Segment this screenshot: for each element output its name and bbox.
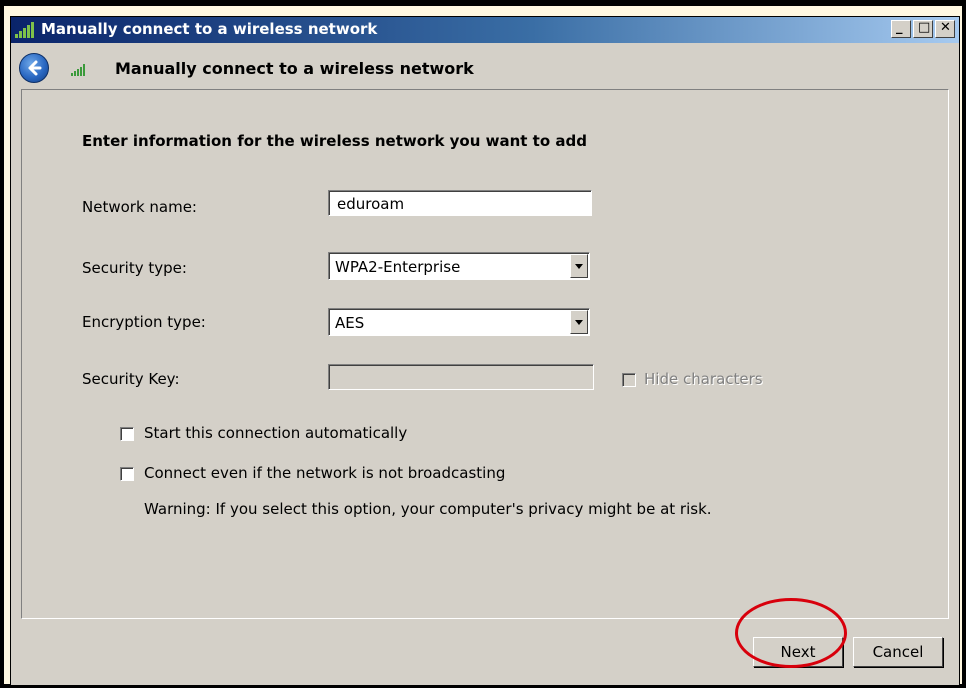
dropdown-arrow-icon[interactable] [570,254,588,278]
start-automatically-label: Start this connection automatically [144,424,408,442]
window-title: Manually connect to a wireless network [41,20,378,38]
page-title: Manually connect to a wireless network [115,59,474,78]
security-type-select[interactable]: WPA2-Enterprise [328,252,590,280]
hide-characters-checkbox[interactable] [622,373,636,387]
connect-even-checkbox[interactable] [120,467,134,481]
title-bar[interactable]: Manually connect to a wireless network _… [11,17,959,43]
maximize-icon: □ [918,20,931,35]
network-name-input[interactable]: eduroam [328,190,592,216]
security-type-value: WPA2-Enterprise [335,258,461,276]
close-button[interactable]: ✕ [935,20,955,38]
minimize-icon: _ [896,20,903,35]
security-type-label: Security type: [82,259,187,277]
window-controls: _ □ ✕ [891,20,955,38]
encryption-type-value: AES [335,314,365,332]
hide-characters-label: Hide characters [644,370,763,388]
form-heading: Enter information for the wireless netwo… [82,132,587,150]
signal-icon [15,22,37,42]
navigation-bar: Manually connect to a wireless network [11,43,959,89]
security-key-label: Security Key: [82,370,180,388]
start-automatically-checkbox[interactable] [120,427,134,441]
close-icon: ✕ [940,20,951,35]
cancel-button[interactable]: Cancel [853,637,943,667]
dialog-window: Manually connect to a wireless network _… [10,16,960,686]
encryption-type-label: Encryption type: [82,313,206,331]
back-arrow-icon [28,60,42,76]
maximize-button[interactable]: □ [913,20,933,38]
signal-icon [71,61,91,80]
privacy-warning: Warning: If you select this option, your… [144,500,712,518]
minimize-button[interactable]: _ [891,20,911,38]
dropdown-arrow-icon[interactable] [570,310,588,334]
highlight-circle [735,598,847,668]
content-panel: Enter information for the wireless netwo… [21,89,949,619]
security-key-input[interactable] [328,364,594,390]
connect-even-label: Connect even if the network is not broad… [144,464,506,482]
back-button[interactable] [19,53,49,83]
encryption-type-select[interactable]: AES [328,308,590,336]
network-name-label: Network name: [82,198,197,216]
